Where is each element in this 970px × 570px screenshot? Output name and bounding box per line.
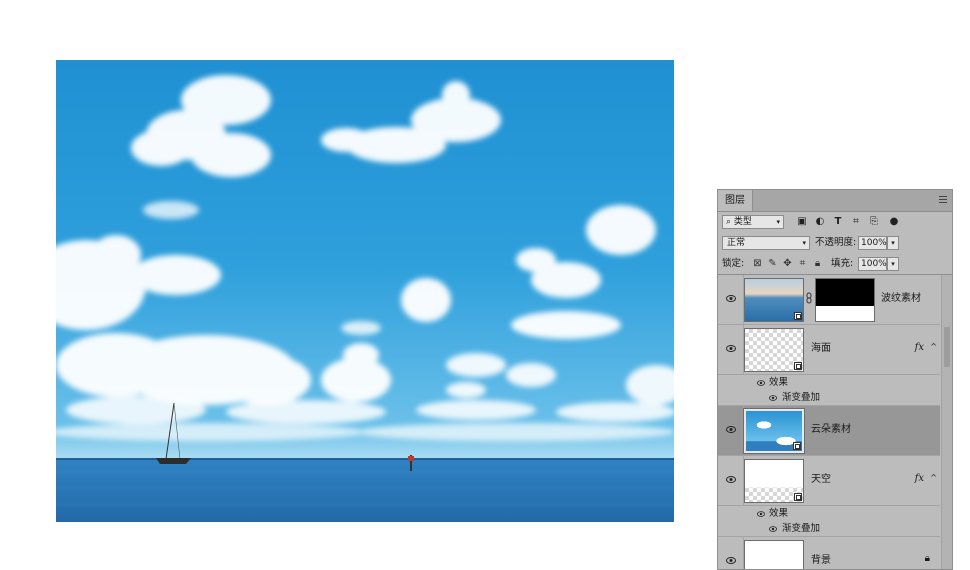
- eye-icon[interactable]: [769, 395, 777, 401]
- filter-toggle-icon[interactable]: ●: [888, 216, 900, 228]
- chevron-down-icon: ▾: [802, 239, 806, 247]
- effects-label: 效果: [769, 508, 789, 519]
- opacity-label: 不透明度:: [815, 237, 857, 248]
- eye-icon[interactable]: [769, 526, 777, 532]
- lock-artboard-icon[interactable]: ⌗: [797, 258, 808, 269]
- layer-row-selected[interactable]: 云朵素材: [718, 406, 940, 456]
- image-filter-icon[interactable]: ▣: [796, 216, 808, 228]
- eye-icon[interactable]: [757, 511, 765, 517]
- eye-icon[interactable]: [757, 380, 765, 386]
- lock-transparent-icon[interactable]: ⊠: [752, 258, 763, 269]
- layer-mask-thumbnail[interactable]: [815, 278, 875, 322]
- layer-thumbnail[interactable]: [744, 459, 804, 503]
- search-icon: ⌕: [726, 217, 732, 227]
- clouds: [56, 75, 674, 441]
- effect-gradient-overlay-label: 渐变叠加: [782, 523, 821, 534]
- effect-gradient-overlay-label: 渐变叠加: [782, 392, 821, 403]
- fill-label: 填充:: [831, 258, 854, 269]
- effect-row[interactable]: 渐变叠加: [718, 390, 940, 406]
- layer-name[interactable]: 云朵素材: [811, 423, 851, 437]
- fx-icon[interactable]: fx: [915, 473, 924, 484]
- chevron-up-icon[interactable]: ^: [930, 342, 937, 351]
- effects-row[interactable]: 效果: [718, 375, 940, 390]
- opacity-dropdown[interactable]: ▾: [887, 236, 899, 250]
- layer-thumbnail[interactable]: [744, 278, 804, 322]
- eye-icon[interactable]: [726, 426, 736, 433]
- smart-object-badge-icon: [794, 493, 802, 501]
- lock-pixels-icon[interactable]: ✎: [767, 258, 778, 269]
- blend-row: 正常 ▾ 不透明度: 100% ▾: [718, 233, 952, 253]
- fill-input[interactable]: 100%: [858, 257, 887, 271]
- layer-thumbnail[interactable]: [743, 408, 805, 454]
- horizon-line: [56, 458, 674, 460]
- eye-icon[interactable]: [726, 557, 736, 564]
- photo-sky-sea: [56, 75, 674, 522]
- effect-row[interactable]: 渐变叠加: [718, 521, 940, 537]
- filter-row: ⌕ 类型 ▾ ▣ ◐ T ⌗ ⎘ ●: [718, 212, 952, 232]
- opacity-input[interactable]: 100%: [858, 236, 887, 250]
- layer-name[interactable]: 海面: [811, 342, 831, 356]
- type-filter-icon[interactable]: T: [832, 216, 844, 228]
- layer-name[interactable]: 波纹素材: [881, 292, 921, 306]
- layer-row[interactable]: 海面 fx ^: [718, 325, 940, 375]
- adjustment-filter-icon[interactable]: ◐: [814, 216, 826, 228]
- lock-icon: 🔒︎: [924, 553, 930, 564]
- smart-object-filter-icon[interactable]: ⎘: [868, 216, 880, 228]
- fill-dropdown[interactable]: ▾: [887, 257, 899, 271]
- effects-label: 效果: [769, 377, 789, 388]
- layer-thumbnail[interactable]: [744, 328, 804, 372]
- layer-row[interactable]: 波纹素材: [718, 275, 940, 325]
- shape-filter-icon[interactable]: ⌗: [850, 216, 862, 228]
- eye-icon[interactable]: [726, 476, 736, 483]
- layers-list: 波纹素材 海面 fx ^ 效果 渐变叠加 云朵素材 天空 fx ^ 效果 渐变叠…: [718, 274, 952, 569]
- blend-mode-select[interactable]: 正常 ▾: [722, 236, 810, 250]
- filter-type-label: 类型: [733, 217, 752, 227]
- lock-row: 锁定: ⊠ ✎ ✥ ⌗ 🔒︎ 填充: 100% ▾: [718, 254, 952, 274]
- layer-row[interactable]: 天空 fx ^: [718, 456, 940, 506]
- smart-object-badge-icon: [794, 362, 802, 370]
- layer-name[interactable]: 天空: [811, 473, 831, 487]
- lock-position-icon[interactable]: ✥: [782, 258, 793, 269]
- sea: [56, 459, 674, 522]
- eye-icon[interactable]: [726, 295, 736, 302]
- layer-name[interactable]: 背景: [811, 554, 831, 568]
- layer-thumbnail[interactable]: [744, 540, 804, 569]
- fx-icon[interactable]: fx: [915, 342, 924, 353]
- tab-layers[interactable]: 图层: [718, 190, 753, 211]
- layer-filter-select[interactable]: ⌕ 类型 ▾: [722, 215, 784, 229]
- layers-scrollbar[interactable]: [941, 275, 952, 569]
- eye-icon[interactable]: [726, 345, 736, 352]
- document-canvas[interactable]: [56, 60, 674, 522]
- effects-row[interactable]: 效果: [718, 506, 940, 521]
- panel-tab-bar: 图层: [718, 190, 952, 212]
- blend-mode-value: 正常: [727, 238, 746, 248]
- lock-label: 锁定:: [722, 258, 745, 269]
- layers-panel: 图层 ⌕ 类型 ▾ ▣ ◐ T ⌗ ⎘ ● 正常 ▾ 不透明度: 100% ▾ …: [717, 189, 953, 570]
- smart-object-badge-icon: [794, 312, 802, 320]
- chevron-down-icon: ▾: [776, 218, 780, 226]
- chain-link-icon[interactable]: [806, 292, 812, 304]
- chevron-up-icon[interactable]: ^: [930, 473, 937, 482]
- smart-object-badge-icon: [793, 442, 801, 450]
- scrollbar-thumb[interactable]: [944, 327, 950, 367]
- lock-all-icon[interactable]: 🔒︎: [812, 258, 823, 269]
- panel-menu-icon[interactable]: [939, 196, 947, 204]
- layer-row[interactable]: 背景 🔒︎: [718, 537, 940, 569]
